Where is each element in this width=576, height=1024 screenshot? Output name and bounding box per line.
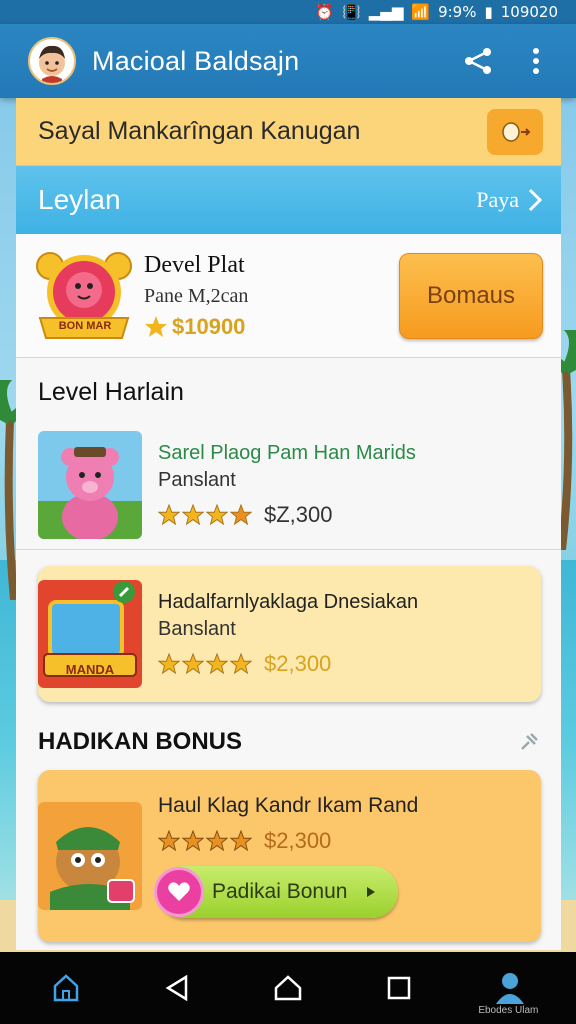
bear-thumbnail bbox=[38, 430, 142, 539]
game-subtitle: Banslant bbox=[158, 618, 236, 640]
status-bar: ⏰ 📳 ▂▄▆ 📶 9:9% ▮ 109020 bbox=[0, 0, 576, 24]
game-info: Hadalfarnlyaklaga Dnesiakan Banslant $2,… bbox=[158, 591, 527, 677]
badge-text: BON MAR bbox=[58, 319, 112, 332]
signal-icon: ▂▄▆ bbox=[368, 3, 404, 21]
game-row[interactable]: MANDA Hadalfarnlyaklaga Dnesiakan Bansla… bbox=[38, 566, 541, 702]
level-heading: Level Harlain bbox=[38, 378, 184, 406]
star-icon bbox=[230, 653, 252, 675]
avatar[interactable] bbox=[28, 37, 76, 85]
game-price: $2,300 bbox=[264, 651, 332, 676]
game-info: Sarel Plaog Pam Han Marids Panslant $Z,3… bbox=[158, 442, 543, 528]
rating: $2,300 bbox=[158, 828, 527, 854]
recents-icon[interactable] bbox=[369, 958, 429, 1018]
star-icon bbox=[158, 830, 180, 852]
section-link-label: Paya bbox=[476, 187, 519, 212]
star-icon bbox=[230, 503, 252, 525]
bonus-price: $2,300 bbox=[264, 828, 332, 853]
main-panel: Sayal Mankarîngan Kanugan Leylan Paya BO… bbox=[16, 98, 561, 950]
alarm-icon: ⏰ bbox=[315, 3, 335, 21]
section-header: Leylan Paya bbox=[16, 166, 561, 234]
star-icon bbox=[145, 315, 167, 337]
chevron-right-icon bbox=[528, 188, 543, 212]
back-icon[interactable] bbox=[147, 958, 207, 1018]
app-bar: Macioal Baldsajn bbox=[0, 24, 576, 98]
bonus-card[interactable]: Haul Klag Kandr Ikam Rand $2,300 Padikai… bbox=[38, 770, 541, 942]
battery-icon: ▮ bbox=[484, 3, 493, 21]
game-thumb-text: MANDA bbox=[65, 662, 115, 677]
level-card: BON MAR Devel Plat Pane M,2can $10900 Bo… bbox=[16, 234, 561, 358]
claim-bonus-label: Padikai Bonun bbox=[212, 880, 348, 903]
rating: $2,300 bbox=[158, 651, 527, 677]
game-title: Sarel Plaog Pam Han Marids bbox=[158, 441, 416, 464]
game-title: Hadalfarnlyaklaga Dnesiakan bbox=[158, 591, 419, 613]
arrow-right-icon bbox=[367, 887, 375, 897]
section-title: Leylan bbox=[38, 184, 121, 215]
star-icon bbox=[182, 653, 204, 675]
home-icon[interactable] bbox=[36, 958, 96, 1018]
bonus-info: Haul Klag Kandr Ikam Rand $2,300 Padikai… bbox=[154, 794, 527, 918]
rating: $Z,300 bbox=[158, 502, 543, 528]
bonus-button[interactable]: Bomaus bbox=[399, 252, 543, 339]
bonus-thumbnail bbox=[38, 802, 142, 910]
wifi-icon: 📶 bbox=[411, 3, 431, 21]
star-icon bbox=[206, 830, 228, 852]
game-row[interactable]: Sarel Plaog Pam Han Marids Panslant $Z,3… bbox=[16, 420, 561, 550]
star-icon bbox=[182, 830, 204, 852]
section-link[interactable]: Paya bbox=[476, 187, 543, 213]
star-icon bbox=[206, 503, 228, 525]
star-icon bbox=[206, 653, 228, 675]
level-points: $10900 bbox=[172, 313, 246, 339]
avatar-face-icon bbox=[39, 45, 65, 83]
pin-icon[interactable] bbox=[519, 732, 539, 752]
home-circle-icon[interactable] bbox=[258, 958, 318, 1018]
nav-caption: Ebodes Ulam bbox=[478, 1005, 539, 1016]
level-title: Devel Plat bbox=[144, 251, 245, 278]
level-badge-icon: BON MAR bbox=[36, 248, 132, 344]
more-vert-icon[interactable] bbox=[516, 41, 556, 81]
star-icon bbox=[158, 653, 180, 675]
level-info: Devel Plat Pane M,2can $10900 bbox=[144, 252, 399, 340]
game-subtitle: Panslant bbox=[158, 468, 236, 491]
share-icon[interactable] bbox=[458, 41, 498, 81]
star-icon bbox=[182, 503, 204, 525]
vibrate-icon: 📳 bbox=[342, 3, 361, 21]
game-thumbnail: MANDA bbox=[38, 580, 142, 688]
heart-icon bbox=[154, 867, 204, 917]
bonus-heading: HADIKAN BONUS bbox=[38, 728, 242, 755]
promo-text: Sayal Mankarîngan Kanugan bbox=[38, 117, 361, 145]
bonus-title: Haul Klag Kandr Ikam Rand bbox=[158, 794, 419, 817]
star-icon bbox=[230, 830, 252, 852]
nav-bar: Ebodes Ulam bbox=[0, 952, 576, 1024]
profile-icon[interactable]: Ebodes Ulam bbox=[478, 958, 540, 1018]
game-price: $Z,300 bbox=[264, 501, 333, 527]
star-icon bbox=[158, 503, 180, 525]
claim-bonus-button[interactable]: Padikai Bonun bbox=[154, 866, 398, 918]
bonus-heading-row: HADIKAN BONUS bbox=[16, 720, 561, 764]
status-time: 109020 bbox=[500, 3, 558, 21]
promo-banner[interactable]: Sayal Mankarîngan Kanugan bbox=[16, 98, 561, 166]
promo-button[interactable] bbox=[487, 108, 543, 155]
app-title: Macioal Baldsajn bbox=[92, 45, 300, 76]
coin-arrow-icon bbox=[502, 121, 531, 142]
level-points-row: $10900 bbox=[144, 314, 399, 340]
battery-percent: 9:9% bbox=[438, 3, 477, 21]
level-subtitle: Pane M,2can bbox=[144, 284, 249, 307]
